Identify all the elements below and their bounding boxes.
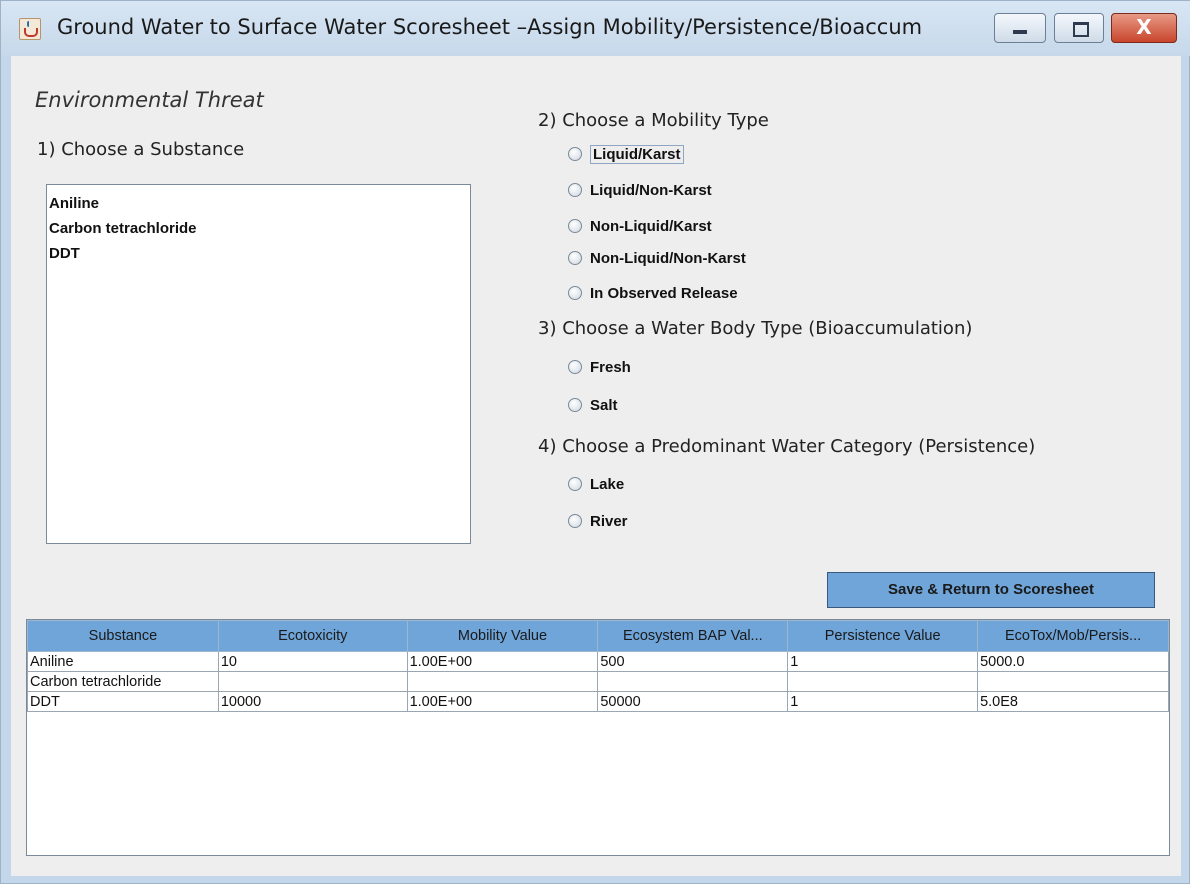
column-header[interactable]: EcoTox/Mob/Persis... [977, 620, 1169, 652]
list-item[interactable]: Carbon tetrachloride [47, 216, 470, 241]
app-window: Ground Water to Surface Water Scoresheet… [0, 0, 1190, 884]
list-item[interactable]: Aniline [47, 191, 470, 216]
water-body-label: 3) Choose a Water Body Type (Bioaccumula… [538, 318, 973, 339]
water-category-label: 4) Choose a Predominant Water Category (… [538, 436, 1036, 457]
radio-label: Non-Liquid/Non-Karst [590, 249, 746, 267]
radio-button-icon[interactable] [568, 183, 582, 197]
column-header[interactable]: Substance [27, 620, 219, 652]
radio-lake[interactable]: Lake [568, 472, 624, 496]
table-cell: 1.00E+00 [406, 651, 599, 672]
radio-in-observed-release[interactable]: In Observed Release [568, 281, 738, 305]
table-cell: 1 [787, 691, 979, 712]
table-cell: 50000 [597, 691, 789, 712]
save-return-button[interactable]: Save & Return to Scoresheet [827, 572, 1155, 608]
table-row[interactable]: DDT 10000 1.00E+00 50000 1 5.0E8 [27, 691, 1169, 712]
radio-salt[interactable]: Salt [568, 393, 618, 417]
radio-river[interactable]: River [568, 509, 628, 533]
radio-button-icon[interactable] [568, 147, 582, 161]
close-icon: X [1136, 15, 1152, 39]
mobility-label: 2) Choose a Mobility Type [538, 110, 769, 131]
radio-label: River [590, 512, 628, 530]
radio-button-icon[interactable] [568, 514, 582, 528]
table-cell [977, 671, 1169, 692]
section-heading: Environmental Threat [35, 88, 264, 112]
radio-label: Liquid/Non-Karst [590, 181, 712, 199]
radio-button-icon[interactable] [568, 360, 582, 374]
radio-liquid-karst[interactable]: Liquid/Karst [568, 142, 684, 166]
radio-button-icon[interactable] [568, 398, 582, 412]
substance-list[interactable]: Aniline Carbon tetrachloride DDT [46, 184, 471, 544]
radio-liquid-non-karst[interactable]: Liquid/Non-Karst [568, 178, 712, 202]
table-cell [406, 671, 599, 692]
radio-non-liquid-karst[interactable]: Non-Liquid/Karst [568, 214, 712, 238]
column-header[interactable]: Ecosystem BAP Val... [597, 620, 789, 652]
radio-label: In Observed Release [590, 284, 738, 302]
list-item[interactable]: DDT [47, 241, 470, 266]
radio-label: Salt [590, 396, 618, 414]
radio-label: Liquid/Karst [590, 144, 684, 164]
column-header[interactable]: Persistence Value [787, 620, 979, 652]
table-cell: 5000.0 [977, 651, 1169, 672]
radio-button-icon[interactable] [568, 477, 582, 491]
radio-non-liquid-non-karst[interactable]: Non-Liquid/Non-Karst [568, 246, 746, 270]
table-row[interactable]: Carbon tetrachloride [27, 671, 1169, 692]
table-cell: 1.00E+00 [406, 691, 599, 712]
data-table: Substance Ecotoxicity Mobility Value Eco… [27, 620, 1169, 712]
minimize-icon [1013, 30, 1027, 34]
table-cell [787, 671, 979, 692]
radio-button-icon[interactable] [568, 219, 582, 233]
radio-button-icon[interactable] [568, 286, 582, 300]
maximize-button[interactable] [1054, 13, 1104, 43]
radio-label: Lake [590, 475, 625, 493]
minimize-button[interactable] [994, 13, 1046, 43]
table-header-row: Substance Ecotoxicity Mobility Value Eco… [27, 620, 1169, 652]
column-header[interactable]: Ecotoxicity [217, 620, 408, 652]
table-cell [597, 671, 789, 692]
table-cell: 10000 [217, 691, 408, 712]
radio-fresh[interactable]: Fresh [568, 355, 631, 379]
java-cup-icon [19, 18, 41, 40]
table-cell: DDT [27, 691, 219, 712]
table-cell: 5.0E8 [977, 691, 1169, 712]
table-cell: 1 [787, 651, 979, 672]
substance-label: 1) Choose a Substance [37, 139, 245, 160]
radio-button-icon[interactable] [568, 251, 582, 265]
table-cell: 500 [597, 651, 789, 672]
title-bar[interactable]: Ground Water to Surface Water Scoresheet… [1, 1, 1190, 56]
table-cell: Carbon tetrachloride [27, 671, 219, 692]
radio-label: Non-Liquid/Karst [590, 217, 712, 235]
results-table[interactable]: Substance Ecotoxicity Mobility Value Eco… [26, 619, 1170, 856]
content-panel: Environmental Threat 1) Choose a Substan… [11, 56, 1181, 876]
table-cell: Aniline [27, 651, 219, 672]
table-cell [217, 671, 408, 692]
table-cell: 10 [217, 651, 408, 672]
column-header[interactable]: Mobility Value [406, 620, 599, 652]
window-title: Ground Water to Surface Water Scoresheet… [57, 15, 923, 39]
radio-label: Fresh [590, 358, 631, 376]
maximize-icon [1073, 22, 1089, 37]
table-row[interactable]: Aniline 10 1.00E+00 500 1 5000.0 [27, 651, 1169, 672]
close-button[interactable]: X [1111, 13, 1177, 43]
